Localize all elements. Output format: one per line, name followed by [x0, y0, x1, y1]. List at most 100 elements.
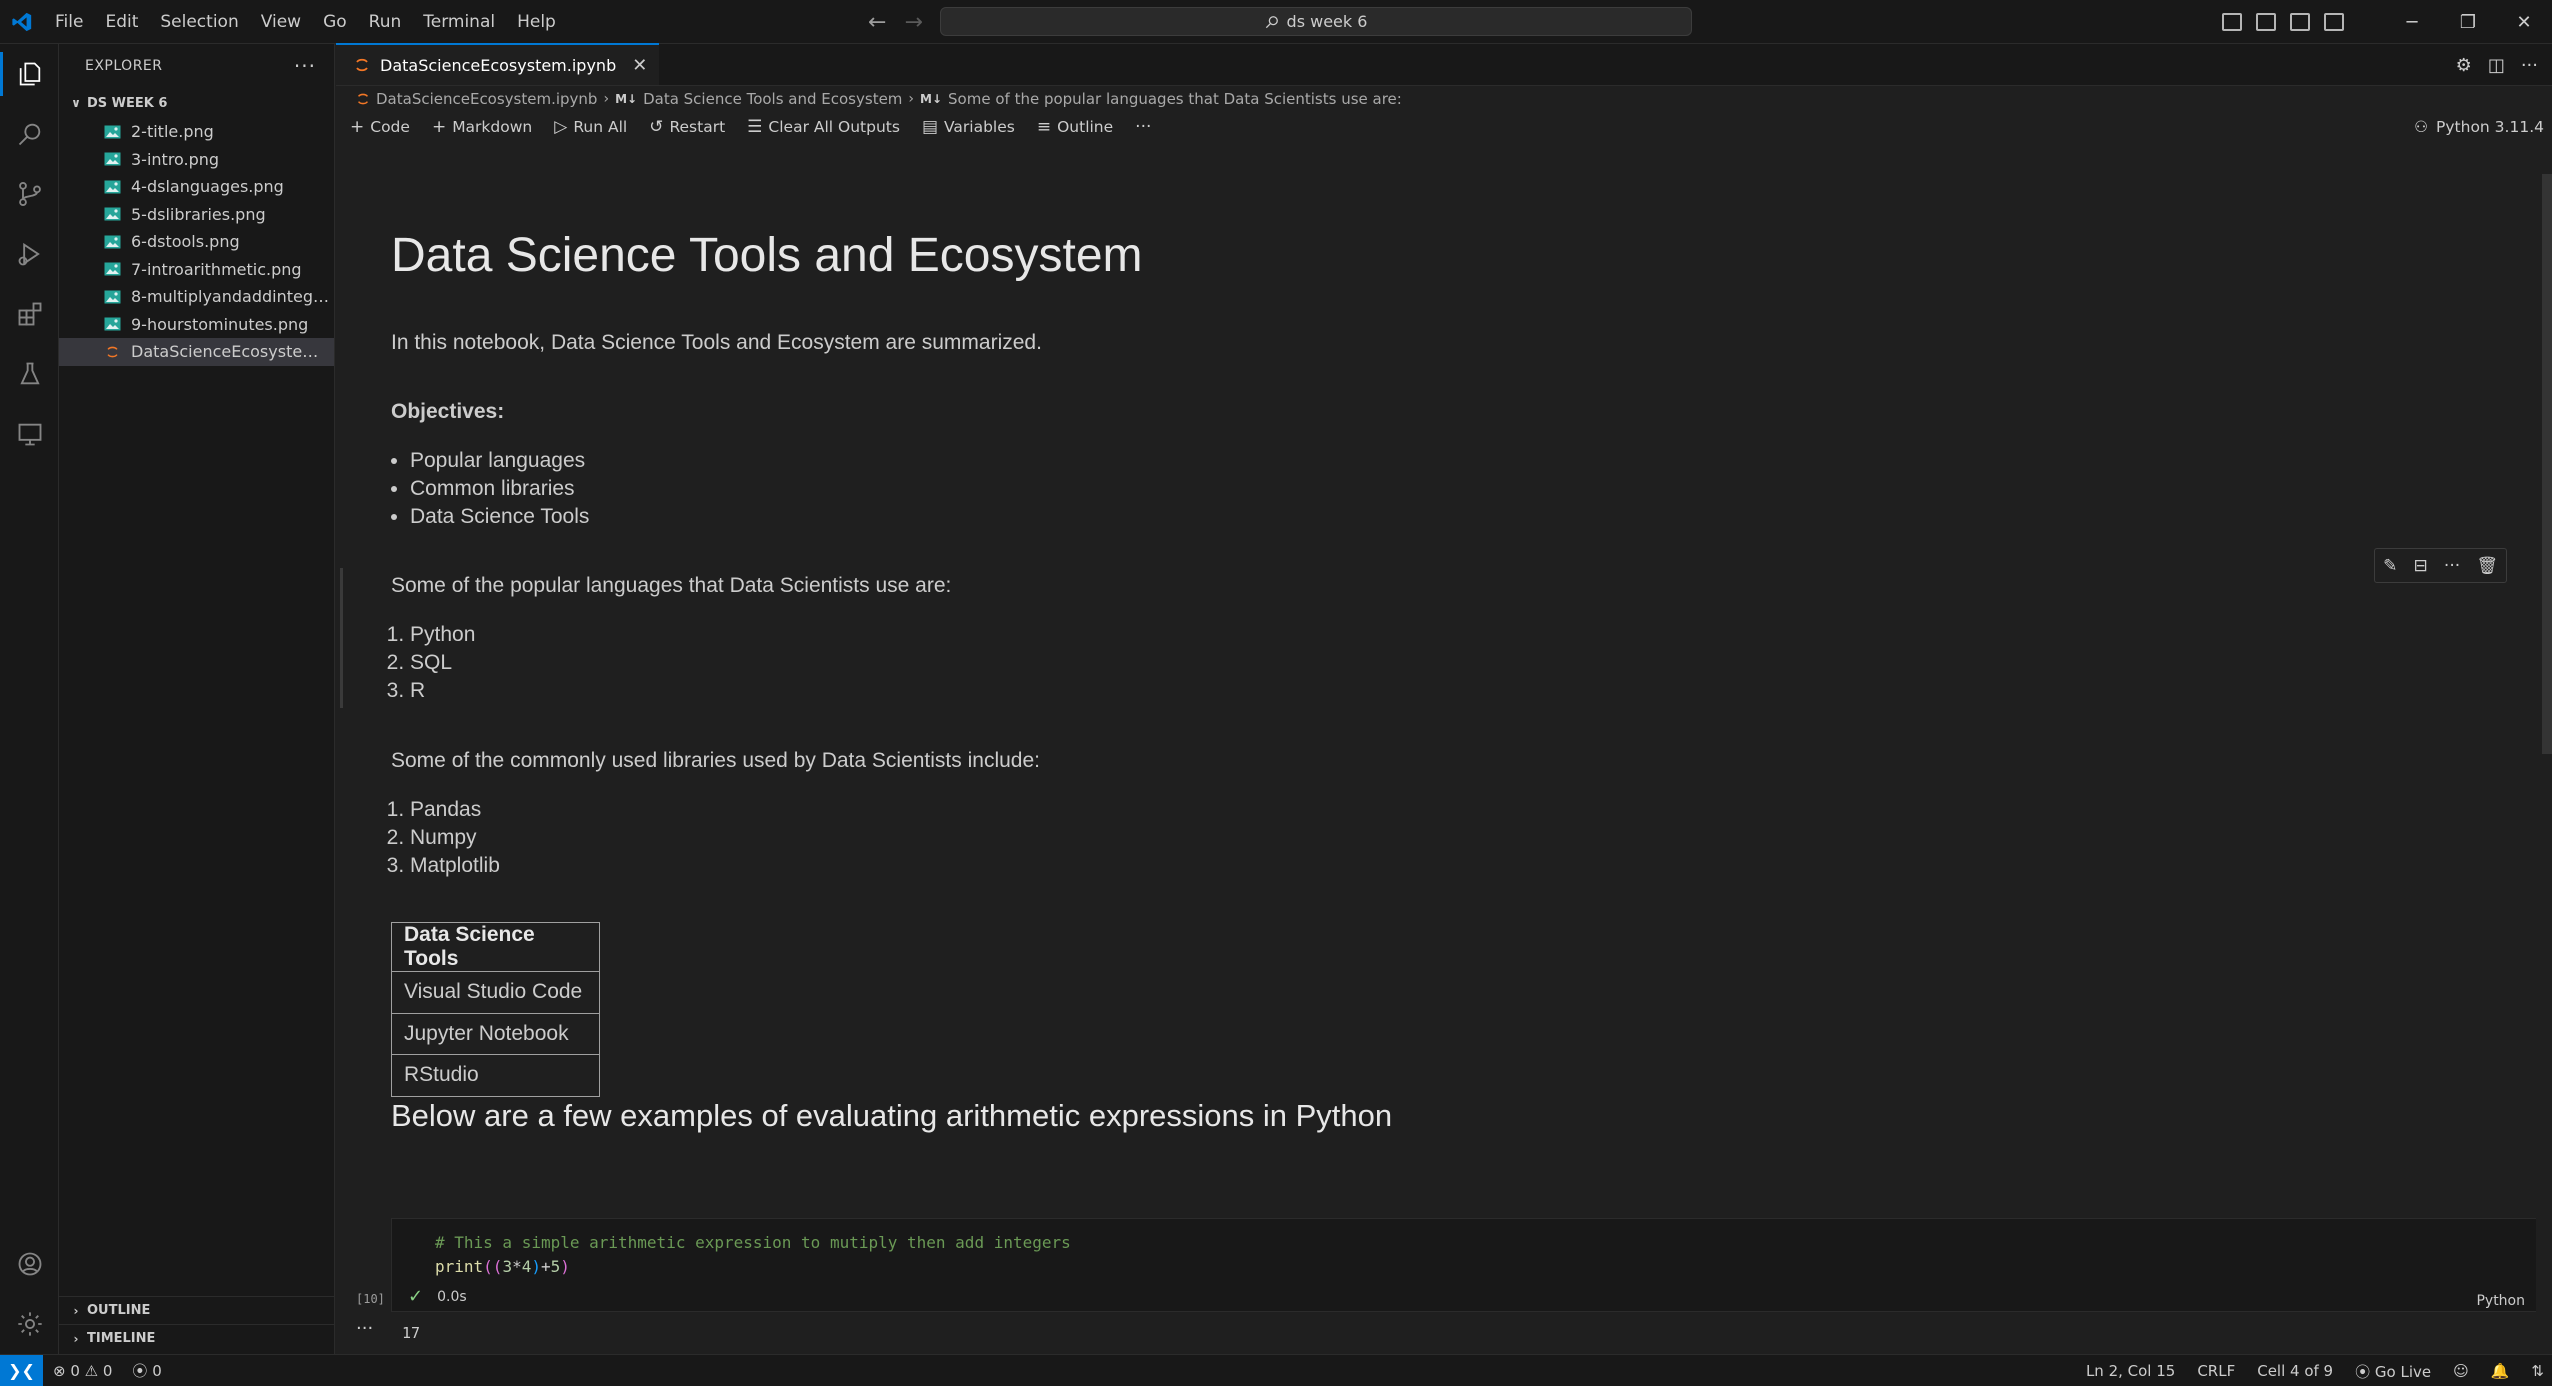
menu-help[interactable]: Help [506, 0, 567, 44]
notifications-bell-icon[interactable]: 🔔 [2491, 1362, 2510, 1380]
settings-gear-icon[interactable]: ⚙ [2456, 55, 2472, 76]
menu-file[interactable]: File [44, 0, 94, 44]
more-actions-icon[interactable]: ··· [2444, 556, 2460, 576]
code-operator: * [512, 1257, 522, 1276]
restart-label: Restart [669, 118, 726, 136]
file-item[interactable]: 8-multiplyandaddintegers.... [59, 283, 334, 311]
menu-edit[interactable]: Edit [94, 0, 149, 44]
search-icon[interactable] [0, 104, 59, 164]
tab-datascienceecosystem[interactable]: DataScienceEcosystem.ipynb ✕ [336, 43, 660, 85]
split-cell-icon[interactable]: ⊟ [2414, 556, 2428, 576]
code-cell[interactable]: # This a simple arithmetic expression to… [391, 1218, 2536, 1312]
delete-trash-icon[interactable]: 🗑 [2476, 556, 2498, 576]
source-control-icon[interactable] [0, 164, 59, 224]
outline-button[interactable]: ≡ Outline [1037, 117, 1113, 137]
file-item[interactable]: 5-dslibraries.png [59, 201, 334, 229]
image-file-icon [104, 262, 121, 276]
forward-arrow-icon[interactable]: → [904, 10, 922, 35]
editor-area: DataScienceEcosystem.ipynb ✕ ⚙ ◫ ··· Dat… [336, 43, 2552, 1354]
file-item[interactable]: 2-title.png [59, 118, 334, 146]
explorer-icon[interactable] [0, 44, 59, 104]
outline-label: OUTLINE [87, 1303, 151, 1318]
list-item: Matplotlib [410, 852, 500, 880]
file-item[interactable]: 3-intro.png [59, 146, 334, 174]
run-all-button[interactable]: ▷ Run All [554, 117, 627, 137]
split-editor-icon[interactable]: ◫ [2488, 55, 2505, 76]
testing-flask-icon[interactable] [0, 344, 59, 404]
cell-indicator[interactable]: Cell 4 of 9 [2257, 1362, 2333, 1380]
breadcrumb-section[interactable]: Data Science Tools and Ecosystem [643, 90, 902, 108]
workspace-folder[interactable]: ∨ DS WEEK 6 [59, 88, 334, 118]
remote-indicator-icon[interactable]: ❯❮ [0, 1354, 43, 1386]
file-item[interactable]: 9-hourstominutes.png [59, 311, 334, 339]
vertical-scrollbar[interactable] [2542, 174, 2552, 754]
clear-all-outputs-button[interactable]: ☰ Clear All Outputs [747, 117, 900, 137]
libraries-intro: Some of the commonly used libraries used… [391, 749, 1040, 772]
list-item: Numpy [410, 824, 500, 852]
explorer-header: EXPLORER ··· [59, 44, 334, 88]
more-actions-icon[interactable]: ··· [294, 54, 316, 78]
breadcrumb-subsection[interactable]: Some of the popular languages that Data … [948, 90, 1402, 108]
file-list: 2-title.png 3-intro.png 4-dslanguages.png 5… [59, 118, 334, 366]
menu-view[interactable]: View [250, 0, 312, 44]
file-item[interactable]: 4-dslanguages.png [59, 173, 334, 201]
timeline-section[interactable]: › TIMELINE [59, 1324, 335, 1352]
manage-gear-icon[interactable] [0, 1294, 59, 1354]
edit-pencil-icon[interactable]: ✎ [2383, 556, 2397, 576]
run-all-label: Run All [573, 118, 628, 136]
restart-button[interactable]: ↺ Restart [649, 117, 725, 137]
menu-selection[interactable]: Selection [149, 0, 249, 44]
image-file-icon [104, 207, 121, 221]
extensions-icon[interactable] [0, 284, 59, 344]
problems-indicator[interactable]: ⊗ 0 ⚠ 0 [53, 1362, 112, 1380]
output-more-icon[interactable]: ··· [356, 1318, 373, 1339]
close-icon[interactable]: ✕ [632, 55, 647, 76]
menu-go[interactable]: Go [312, 0, 358, 44]
file-label: 2-title.png [131, 122, 214, 142]
image-file-icon [104, 152, 121, 166]
accounts-icon[interactable] [0, 1234, 59, 1294]
close-window-button[interactable]: ✕ [2496, 0, 2552, 44]
back-arrow-icon[interactable]: ← [868, 10, 886, 35]
image-file-icon [104, 290, 121, 304]
customize-layout-icon[interactable] [2324, 13, 2344, 31]
image-file-icon [104, 180, 121, 194]
plus-icon: + [350, 117, 365, 137]
menu-terminal[interactable]: Terminal [412, 0, 506, 44]
breadcrumb-file[interactable]: DataScienceEcosystem.ipynb [376, 90, 597, 108]
menu-run[interactable]: Run [358, 0, 413, 44]
outline-section[interactable]: › OUTLINE [59, 1296, 335, 1324]
restore-button[interactable]: ❐ [2440, 0, 2496, 44]
ports-indicator[interactable]: ⦿ 0 [132, 1360, 161, 1381]
file-item[interactable]: 6-dstools.png [59, 228, 334, 256]
copilot-icon[interactable]: ☺ [2453, 1362, 2469, 1380]
go-live-button[interactable]: ⦿ Go Live [2355, 1361, 2431, 1382]
code-paren: ) [560, 1257, 570, 1276]
cell-language-label[interactable]: Python [2476, 1293, 2525, 1309]
end-of-line[interactable]: CRLF [2197, 1362, 2235, 1380]
notebook-title: Data Science Tools and Ecosystem [391, 229, 1143, 282]
variables-button[interactable]: ▤ Variables [922, 117, 1015, 137]
cursor-position[interactable]: Ln 2, Col 15 [2086, 1362, 2175, 1380]
remote-explorer-icon[interactable] [0, 404, 59, 464]
toggle-panel-icon[interactable] [2256, 13, 2276, 31]
table-cell: Jupyter Notebook [391, 1012, 600, 1055]
add-code-cell-button[interactable]: + Code [350, 117, 410, 137]
chevron-down-icon: ∨ [71, 96, 81, 110]
file-item[interactable]: DataScienceEcosystem.ipy... [59, 338, 334, 366]
kernel-picker[interactable]: ⚇ Python 3.11.4 [2414, 112, 2544, 142]
file-item[interactable]: 7-introarithmetic.png [59, 256, 334, 284]
layout-controls [2222, 13, 2344, 31]
image-file-icon [104, 235, 121, 249]
cell-focus-indicator [340, 568, 343, 708]
add-markdown-cell-button[interactable]: + Markdown [432, 117, 532, 137]
toolbar-more-button[interactable]: ··· [1135, 117, 1151, 137]
minimize-button[interactable]: ─ [2384, 0, 2440, 44]
feedback-icon[interactable]: ⇅ [2531, 1362, 2544, 1380]
code-comment: # This a simple arithmetic expression to… [435, 1233, 1071, 1252]
toggle-primary-sidebar-icon[interactable] [2222, 13, 2242, 31]
more-actions-icon[interactable]: ··· [2521, 55, 2538, 76]
run-debug-icon[interactable] [0, 224, 59, 284]
command-center-search[interactable]: ds week 6 [940, 7, 1692, 36]
toggle-secondary-sidebar-icon[interactable] [2290, 13, 2310, 31]
